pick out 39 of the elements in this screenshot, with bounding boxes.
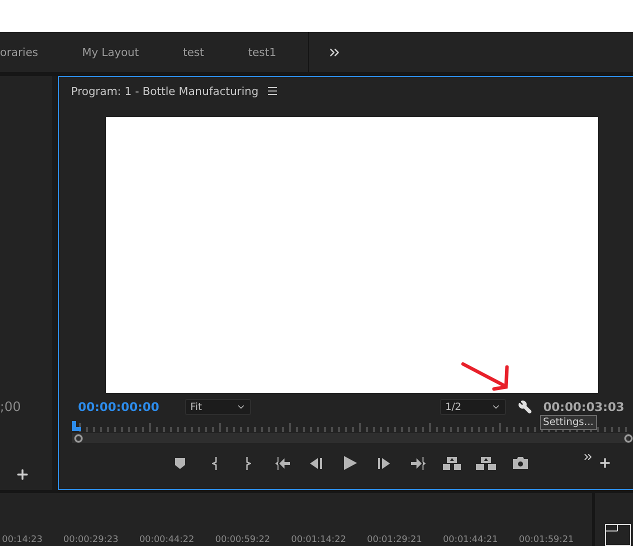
settings-icon[interactable]: [518, 400, 532, 414]
ruler-timecode: 00:01:59:21: [518, 535, 574, 545]
panel-title: Program: 1 - Bottle Manufacturing: [71, 84, 258, 98]
ruler-timecode: 00:01:14:22: [291, 535, 346, 545]
workspace-tab[interactable]: test: [182, 46, 204, 58]
resolution-dropdown[interactable]: 1/2: [440, 399, 506, 415]
grid-icon: [605, 524, 631, 546]
marker-icon: [175, 458, 185, 468]
workspace-tab[interactable]: test1: [248, 46, 276, 58]
menu-icon[interactable]: [268, 87, 278, 95]
step-back-icon: [310, 458, 322, 468]
out-point-handle[interactable]: [624, 434, 633, 443]
ruler-timecode: 00:14:23: [2, 535, 42, 545]
zoom-dropdown[interactable]: Fit: [185, 399, 252, 415]
camera-icon: [512, 457, 528, 469]
play-icon: [344, 456, 356, 470]
in-point-handle[interactable]: [74, 434, 83, 443]
timecode: ;00: [0, 400, 21, 415]
mark-in-icon: [212, 456, 216, 470]
tooltip: Settings...: [540, 415, 597, 430]
ruler-timecode: 00:00:29:23: [63, 535, 118, 545]
current-timecode[interactable]: 00:00:00:00: [78, 400, 160, 414]
step-forward-icon: [378, 458, 390, 468]
more-controls-icon[interactable]: [582, 451, 594, 463]
lift-icon: [443, 456, 461, 470]
mark-out-icon: [246, 456, 250, 470]
playhead[interactable]: [72, 421, 82, 431]
ruler-timecode: 00:01:29:21: [367, 535, 422, 545]
ruler-timecode: 00:00:59:22: [215, 535, 270, 545]
ruler-timecode: 00:00:44:22: [139, 535, 194, 545]
go-to-out-icon: [410, 456, 426, 470]
workspace-tab[interactable]: My Layout: [82, 46, 139, 58]
duration-timecode: 00:00:03:03: [543, 400, 624, 414]
extract-icon: [476, 456, 496, 470]
add-icon[interactable]: [598, 456, 612, 470]
add-icon[interactable]: [15, 467, 30, 482]
go-to-in-icon: [274, 456, 290, 470]
workspace-tab[interactable]: oraries: [0, 46, 38, 58]
ruler-timecode: 00:01:44:21: [442, 535, 498, 545]
